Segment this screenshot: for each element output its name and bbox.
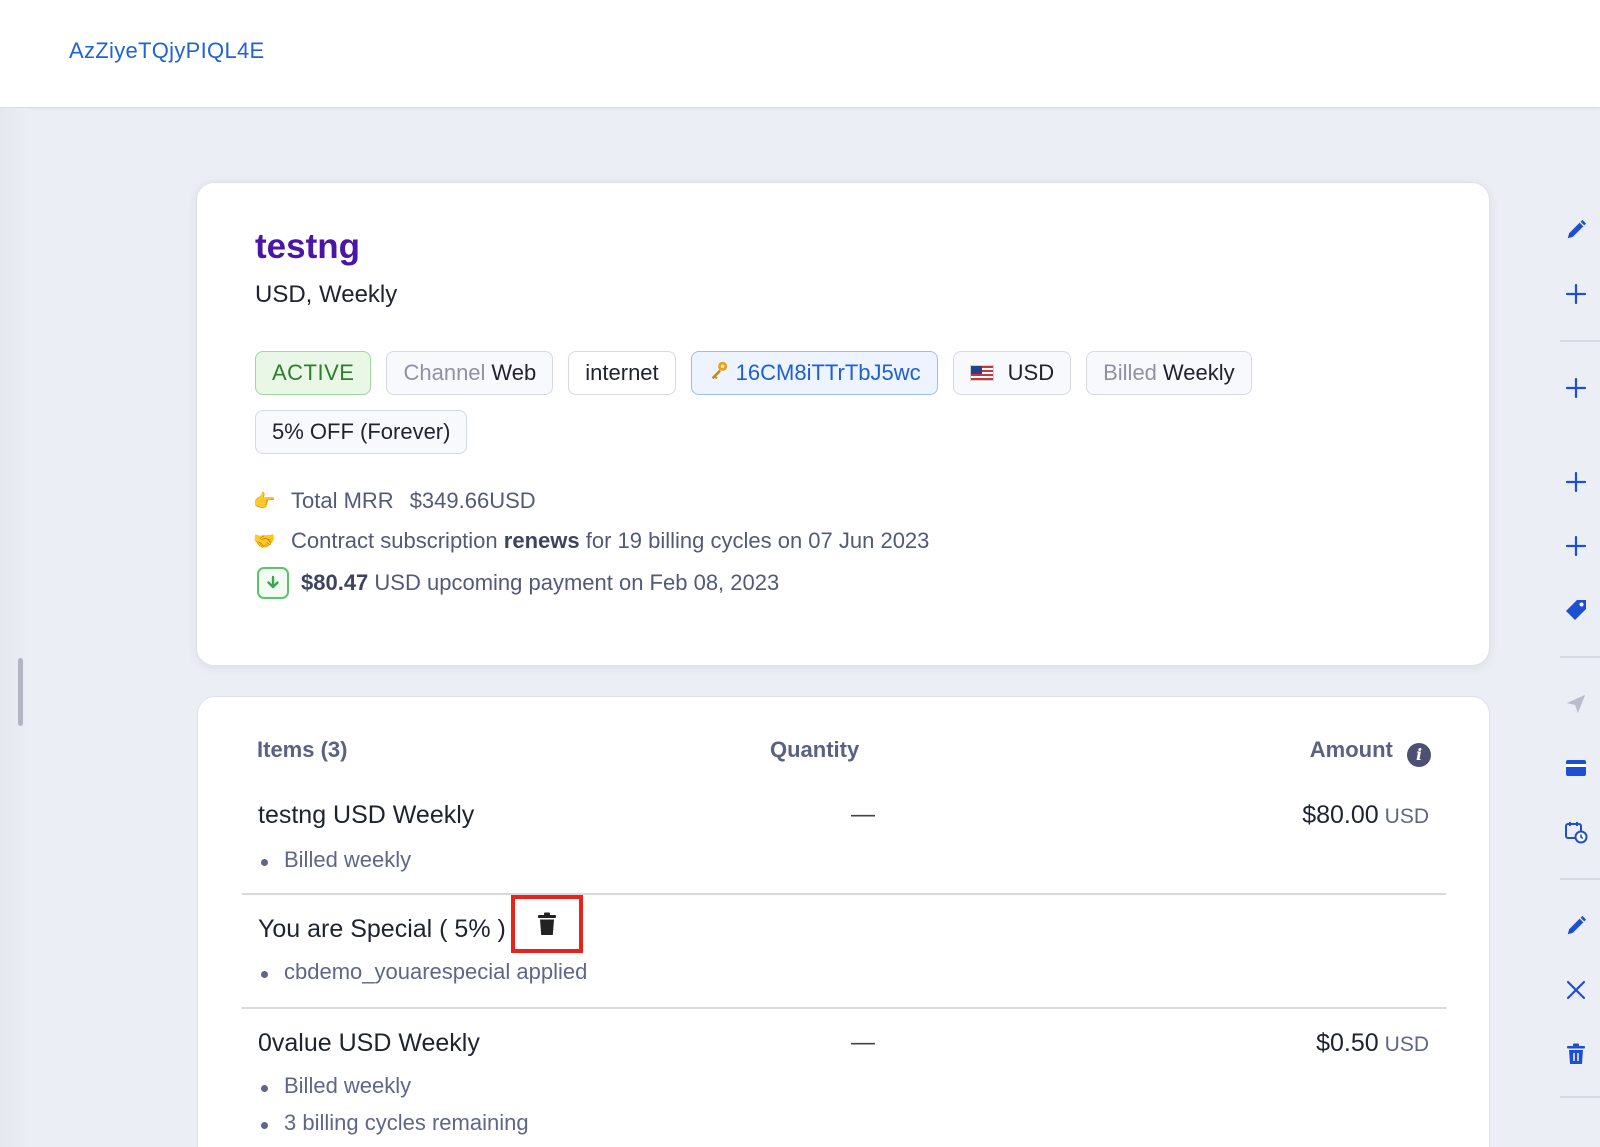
line-item-detail: Billed weekly <box>260 847 411 873</box>
upcoming-payment-text: USD upcoming payment on Feb 08, 2023 <box>374 570 780 595</box>
tag-list: ACTIVE Channel Web internet 16CM8iTTrTbJ… <box>255 351 1435 469</box>
contract-line: 🤝 Contract subscription renews for 19 bi… <box>253 528 929 554</box>
line-item-detail: 3 billing cycles remaining <box>261 1110 529 1136</box>
trash-icon <box>538 912 556 935</box>
left-panel-edge <box>0 108 30 1147</box>
line-item-name: testng USD Weekly <box>258 801 475 829</box>
send-icon <box>1562 690 1590 718</box>
download-arrow-icon <box>257 567 289 599</box>
close-icon[interactable] <box>1562 976 1590 1004</box>
billed-label: Billed <box>1103 360 1157 385</box>
plan-subtitle: USD, Weekly <box>255 281 398 308</box>
plus-icon[interactable] <box>1562 280 1590 308</box>
internet-tag: internet <box>568 351 676 395</box>
subscription-summary-card: testng USD, Weekly ACTIVE Channel Web in… <box>196 182 1490 666</box>
trash-icon[interactable] <box>1562 1040 1590 1068</box>
top-bar: AzZiyeTQjyPIQL4E <box>0 0 1600 108</box>
contract-suffix: for 19 billing cycles on 07 Jun 2023 <box>585 528 930 553</box>
line-item-detail: Billed weekly <box>260 1073 411 1099</box>
line-item-quantity: — <box>851 1029 875 1056</box>
amount-header: Amount i <box>1310 737 1431 767</box>
key-icon <box>708 359 730 387</box>
line-item-amount: $80.00 USD <box>1302 801 1429 830</box>
line-item-currency: USD <box>1384 805 1429 828</box>
pointing-hand-icon: 👉 <box>253 490 276 511</box>
resize-handle[interactable] <box>18 658 23 726</box>
plus-icon[interactable] <box>1562 468 1590 496</box>
pencil-icon[interactable] <box>1562 216 1590 244</box>
line-item-amount-value: $80.00 <box>1302 801 1379 829</box>
channel-tag: Channel Web <box>386 351 554 395</box>
upcoming-payment-line: $80.47 USD upcoming payment on Feb 08, 2… <box>253 567 779 599</box>
rail-divider <box>1560 340 1600 342</box>
customer-id-tag[interactable]: 16CM8iTTrTbJ5wc <box>690 351 938 395</box>
rail-divider <box>1560 1096 1600 1098</box>
status-label: ACTIVE <box>272 360 355 385</box>
pencil-icon[interactable] <box>1562 912 1590 940</box>
delete-discount-button[interactable] <box>511 895 583 953</box>
customer-id-label: 16CM8iTTrTbJ5wc <box>735 360 921 385</box>
card-icon[interactable] <box>1562 754 1590 782</box>
us-flag-icon <box>969 365 994 381</box>
currency-label: USD <box>1007 360 1055 385</box>
row-divider <box>242 1007 1446 1009</box>
line-item-quantity: — <box>851 801 875 828</box>
plus-icon[interactable] <box>1562 532 1590 560</box>
discount-item-name: You are Special ( 5% ) <box>258 915 506 943</box>
upcoming-payment-amount: $80.47 <box>301 570 369 595</box>
line-item-currency: USD <box>1384 1033 1429 1056</box>
quantity-header: Quantity <box>770 737 860 762</box>
rail-divider <box>1560 656 1600 658</box>
discount-tag: 5% OFF (Forever) <box>255 410 468 454</box>
line-item-name: 0value USD Weekly <box>258 1029 480 1057</box>
subscription-id-link[interactable]: AzZiyeTQjyPIQL4E <box>69 38 265 64</box>
total-mrr-value: $349.66USD <box>409 488 536 513</box>
handshake-icon: 🤝 <box>253 530 276 551</box>
discount-item-detail: cbdemo_youarespecial applied <box>260 959 587 985</box>
subscription-items-card: Items (3) Quantity Amount i testng USD W… <box>197 696 1490 1147</box>
channel-value: Web <box>491 360 537 385</box>
line-item-amount-value: $0.50 <box>1316 1029 1379 1057</box>
status-badge: ACTIVE <box>255 351 372 395</box>
calendar-clock-icon[interactable] <box>1562 818 1590 846</box>
billed-value: Weekly <box>1162 360 1235 385</box>
line-item-amount: $0.50 USD <box>1316 1029 1429 1058</box>
currency-tag: USD <box>952 351 1072 395</box>
row-divider <box>242 893 1446 895</box>
total-mrr-line: 👉 Total MRR $349.66USD <box>253 488 536 514</box>
tag-icon[interactable] <box>1562 596 1590 624</box>
plus-icon[interactable] <box>1562 374 1590 402</box>
total-mrr-label: Total MRR <box>291 488 394 513</box>
rail-divider <box>1560 878 1600 880</box>
info-icon[interactable]: i <box>1407 743 1431 767</box>
contract-renews: renews <box>503 528 580 553</box>
items-header: Items (3) <box>257 737 348 762</box>
plan-title: testng <box>255 227 360 266</box>
contract-prefix: Contract subscription <box>291 528 498 553</box>
internet-label: internet <box>585 360 659 385</box>
channel-label: Channel <box>403 360 486 385</box>
discount-label: 5% OFF (Forever) <box>272 419 451 444</box>
amount-header-label: Amount <box>1309 737 1393 762</box>
billing-tag: Billed Weekly <box>1086 351 1252 395</box>
